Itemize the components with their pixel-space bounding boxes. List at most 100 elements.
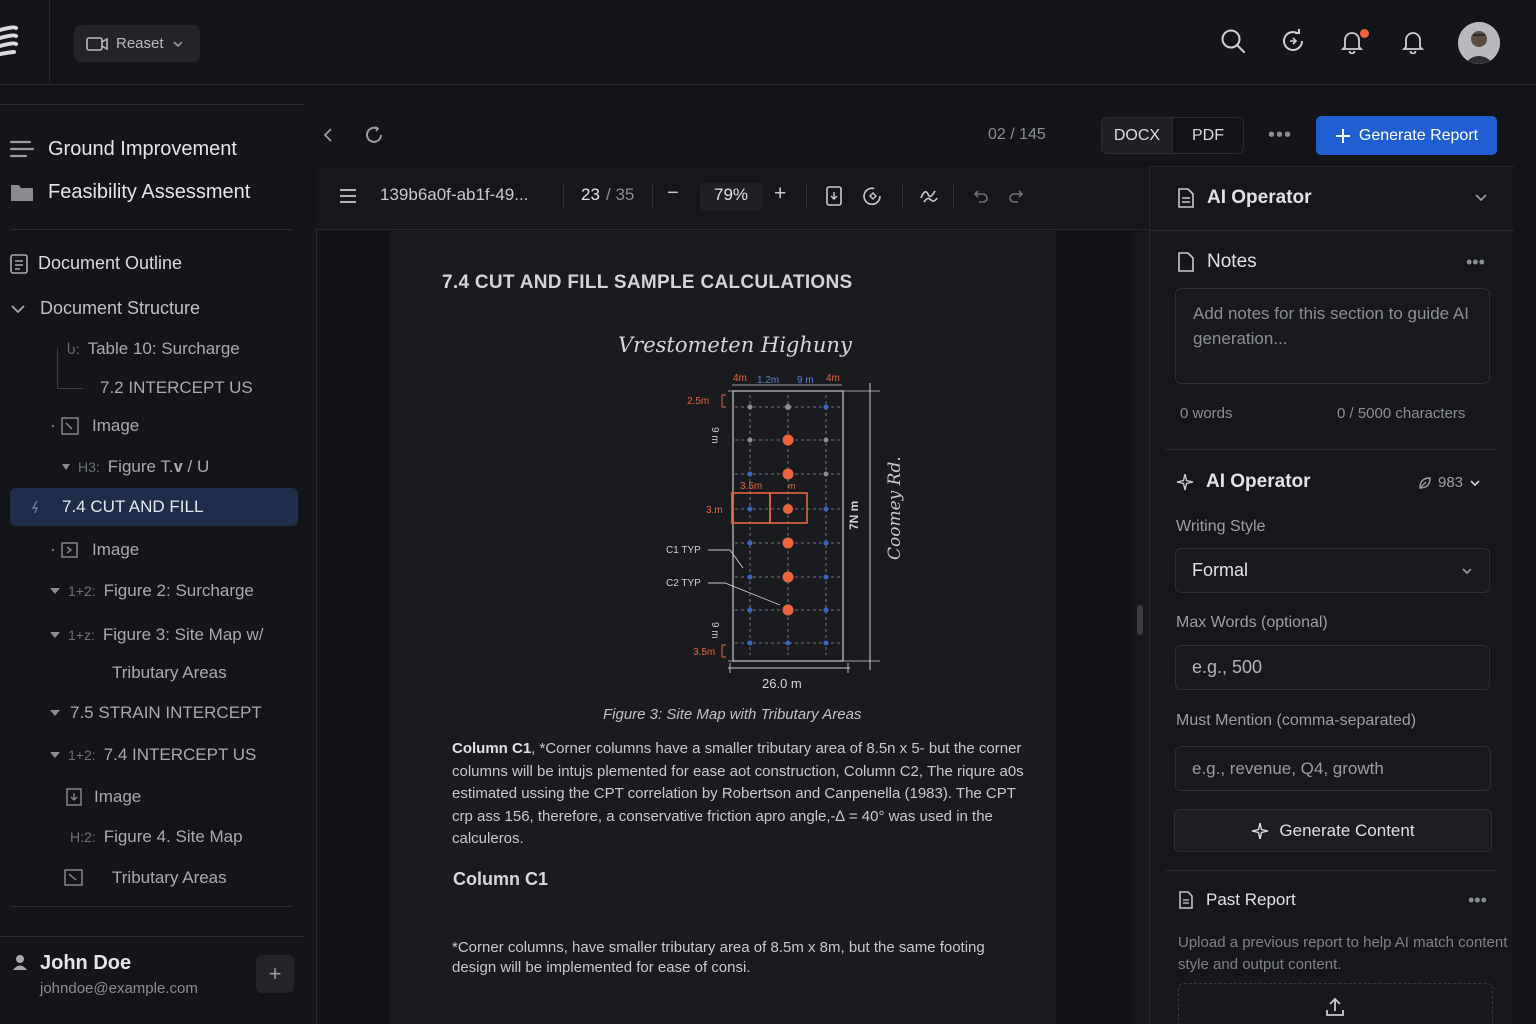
dim-label: m (788, 481, 796, 491)
page-current[interactable]: 23 (581, 185, 600, 205)
generate-content-label: Generate Content (1279, 820, 1415, 840)
tree-item[interactable]: 1+2: Figure 2: Surcharge (50, 581, 254, 601)
project-subtitle[interactable]: Feasibility Assessment (10, 177, 250, 207)
chevron-down-icon (11, 304, 25, 313)
sketch-title: Vrestometen Highuny (618, 333, 853, 357)
tree-item-label: Tributary Areas (112, 868, 227, 887)
dim-label: 3.5m (693, 647, 715, 658)
file-name: 139b6a0f-ab1f-49... (380, 185, 529, 204)
pdf-button[interactable]: PDF (1173, 118, 1243, 153)
refresh-icon[interactable] (1280, 28, 1306, 54)
past-report-more-icon[interactable]: ••• (1468, 890, 1487, 911)
fit-page-icon[interactable] (824, 186, 844, 206)
ai-section-header[interactable]: AI Operator (1176, 471, 1311, 493)
dim-label: 2.5m (687, 396, 709, 407)
more-options-icon[interactable]: ••• (1268, 124, 1292, 147)
credits-value: 983 (1438, 474, 1464, 491)
caret-down-icon (50, 752, 60, 758)
document-icon (1178, 188, 1194, 208)
redo-icon[interactable] (1007, 186, 1027, 206)
image-icon (51, 542, 78, 558)
tree-item[interactable]: Ⴑ: Table 10: Surcharge (55, 339, 240, 359)
docx-button[interactable]: DOCX (1102, 118, 1173, 153)
tree-item-label: Figure 4. Site Map (103, 827, 243, 846)
chevron-down-icon[interactable] (1474, 193, 1488, 203)
credits-badge[interactable]: 983 (1418, 474, 1481, 491)
format-toggle: DOCX PDF (1101, 117, 1244, 154)
document-icon (10, 253, 28, 274)
tree-item-label: 7.5 STRAIN INTERCEPT (70, 703, 262, 722)
avatar[interactable] (1458, 22, 1500, 64)
tree-item-label: Table 10: Surcharge (87, 339, 240, 358)
divider (953, 184, 954, 208)
tree-item[interactable]: 1+z: Figure 3: Site Map w/ (50, 625, 263, 645)
ai-section-title: AI Operator (1206, 471, 1311, 492)
must-mention-input[interactable]: e.g., revenue, Q4, growth (1175, 746, 1491, 791)
tree-item-label: Figure T.𝐯 / U (107, 457, 210, 476)
tree-item[interactable]: 1+2: 7.4 INTERCEPT US (50, 745, 256, 765)
tree-connector (57, 388, 83, 389)
generate-content-button[interactable]: Generate Content (1174, 809, 1492, 852)
tree-item[interactable]: Image (50, 540, 139, 560)
divider (1165, 449, 1495, 450)
site-map-figure: Vrestometen Highuny 4m 1.2m 9 m 4m 2.5m … (600, 325, 930, 695)
upload-icon[interactable] (1324, 996, 1346, 1018)
tree-item[interactable]: 7.5 STRAIN INTERCEPT (50, 703, 262, 723)
divider (0, 104, 305, 105)
document-outline-header[interactable]: Document Outline (10, 253, 182, 274)
tree-item-prefix: 1+2: (68, 747, 96, 763)
tree-item-active[interactable]: 7.4 CUT AND FILL (10, 488, 298, 526)
writing-style-select[interactable]: Formal (1175, 548, 1490, 593)
divider (10, 906, 293, 907)
tree-item[interactable]: Tributary Areas (64, 868, 227, 888)
divider (1165, 870, 1495, 871)
project-title-label: Ground Improvement (48, 137, 237, 160)
tree-item[interactable]: H:2: Figure 4. Site Map (70, 827, 243, 847)
image-icon (66, 788, 82, 806)
draw-icon[interactable] (918, 186, 938, 206)
callout-label: C2 TYP (666, 578, 701, 589)
tree-item-label: Figure 3: Site Map w/ (102, 625, 264, 644)
bell-icon[interactable] (1400, 28, 1426, 54)
generate-report-button[interactable]: Generate Report (1316, 116, 1497, 155)
leaf-icon (1419, 476, 1431, 489)
tree-item[interactable]: 7.2 INTERCEPT US (100, 378, 253, 398)
user-email: johndoe@example.com (40, 980, 198, 997)
callout-label: C1 TYP (666, 545, 701, 556)
tree-item[interactable]: Image (50, 416, 139, 436)
reload-icon[interactable] (363, 124, 385, 146)
undo-icon[interactable] (970, 186, 990, 206)
notes-header: Notes (1177, 251, 1257, 273)
zoom-out-button[interactable]: − (667, 182, 679, 205)
search-icon[interactable] (1220, 28, 1246, 54)
logo-icon[interactable] (0, 22, 18, 62)
file-icon (1178, 252, 1194, 272)
chevron-down-icon (1462, 567, 1472, 574)
paragraph-text: , *Corner columns have a smaller tributa… (452, 740, 1024, 847)
max-words-input[interactable]: e.g., 500 (1175, 645, 1490, 690)
rotate-icon[interactable] (862, 186, 882, 206)
notes-input[interactable]: Add notes for this section to guide AI g… (1175, 288, 1490, 384)
project-title[interactable]: Ground Improvement (10, 134, 237, 164)
menu-icon[interactable] (338, 186, 358, 206)
preset-dropdown[interactable]: Reaset (74, 25, 200, 62)
zoom-in-button[interactable]: + (774, 182, 786, 206)
dim-label: 4m (826, 373, 840, 384)
document-structure-toggle[interactable]: Document Structure (10, 298, 200, 319)
preset-label: Reaset (116, 35, 164, 52)
ai-operator-header[interactable]: AI Operator (1177, 187, 1312, 209)
back-icon[interactable] (318, 124, 338, 146)
plus-icon (1335, 128, 1350, 143)
notes-more-icon[interactable]: ••• (1466, 252, 1485, 273)
sparkle-icon (1252, 822, 1269, 839)
chevron-down-icon (172, 40, 183, 47)
add-button[interactable]: + (256, 955, 294, 993)
tree-item[interactable]: H3: Figure T.𝐯 / U (62, 457, 209, 477)
scrollbar-thumb[interactable] (1137, 605, 1143, 635)
caret-down-icon (50, 632, 60, 638)
generate-report-label: Generate Report (1358, 126, 1479, 144)
tree-item[interactable]: Tributary Areas (112, 663, 227, 683)
tree-item-label: 7.4 CUT AND FILL (62, 497, 204, 516)
tree-item[interactable]: Image (66, 787, 141, 807)
document-outline-label: Document Outline (38, 253, 183, 273)
